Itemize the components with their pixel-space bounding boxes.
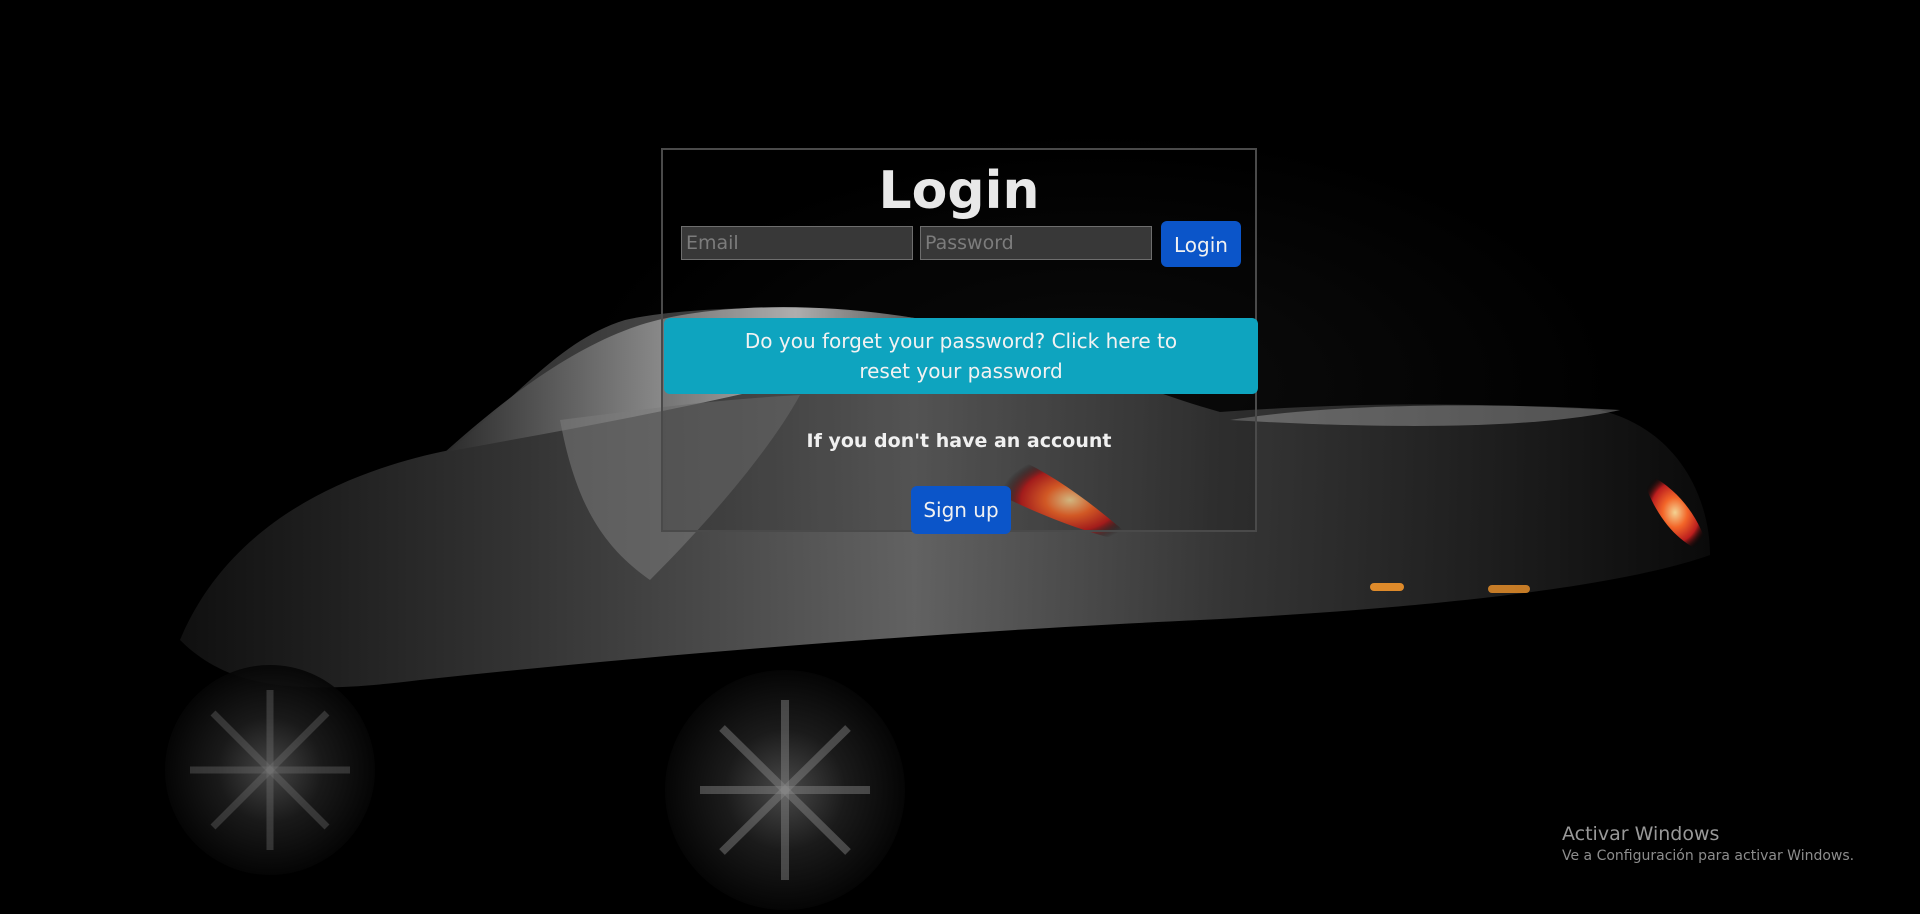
password-field[interactable] — [920, 226, 1152, 260]
watermark-subtitle: Ve a Configuración para activar Windows. — [1562, 848, 1855, 864]
login-panel: Login Login Do you forget your password?… — [661, 148, 1258, 534]
login-page: Login Login Do you forget your password?… — [0, 0, 1920, 914]
email-field[interactable] — [681, 226, 913, 260]
watermark-title: Activar Windows — [1562, 823, 1720, 845]
page-title: Login — [878, 161, 1040, 221]
login-button[interactable]: Login — [1161, 221, 1241, 267]
signup-prompt: If you don't have an account — [806, 430, 1112, 452]
reset-password-link[interactable]: Do you forget your password? Click here … — [664, 318, 1258, 394]
signup-button[interactable]: Sign up — [911, 486, 1011, 534]
windows-activation-watermark: Activar Windows Ve a Configuración para … — [1562, 822, 1854, 866]
